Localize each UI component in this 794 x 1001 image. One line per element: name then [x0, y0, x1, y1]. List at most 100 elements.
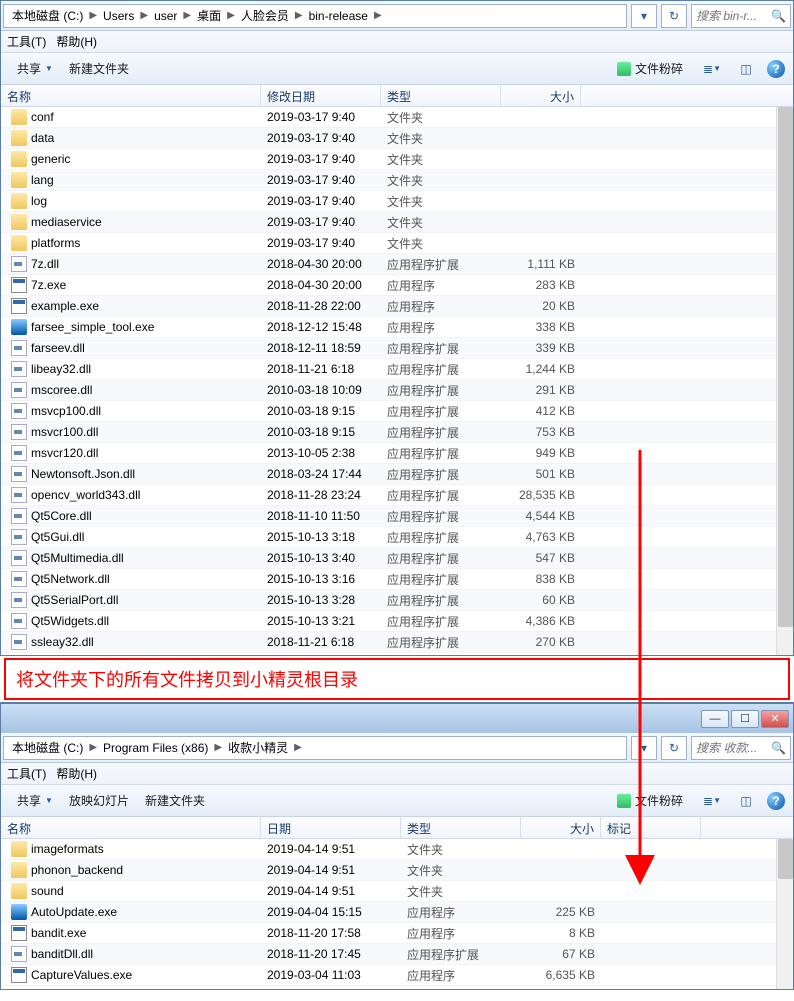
file-row[interactable]: ssleay32.dll2018-11-21 6:18应用程序扩展270 KB — [1, 632, 793, 653]
menu-tools[interactable]: 工具(T) — [7, 33, 46, 50]
file-size-cell: 67 KB — [521, 947, 601, 961]
slideshow-button[interactable]: 放映幻灯片 — [61, 790, 137, 811]
refresh-button[interactable]: ↻ — [661, 4, 687, 28]
breadcrumb-segment[interactable]: Users — [99, 7, 138, 25]
file-row[interactable]: phonon_backend2019-04-14 9:51文件夹 — [1, 860, 793, 881]
file-row[interactable]: example.exe2018-11-28 22:00应用程序20 KB — [1, 296, 793, 317]
file-row[interactable]: bandit.exe2018-11-20 17:58应用程序8 KB — [1, 923, 793, 944]
view-options-button[interactable]: ≣ ▼ — [699, 790, 725, 812]
maximize-button[interactable]: ☐ — [731, 710, 759, 728]
column-type[interactable]: 类型 — [381, 85, 501, 106]
help-icon[interactable]: ? — [767, 792, 785, 810]
file-name-cell: Qt5SerialPort.dll — [5, 592, 261, 608]
refresh-button[interactable]: ↻ — [661, 736, 687, 760]
file-type-cell: 文件夹 — [381, 193, 501, 210]
menu-help[interactable]: 帮助(H) — [56, 765, 97, 782]
breadcrumb-segment[interactable]: Program Files (x86) — [99, 739, 212, 757]
breadcrumb-segment[interactable]: 桌面 — [193, 5, 225, 26]
file-row[interactable]: Qt5Multimedia.dll2015-10-13 3:40应用程序扩展54… — [1, 548, 793, 569]
file-row[interactable]: farseev.dll2018-12-11 18:59应用程序扩展339 KB — [1, 338, 793, 359]
file-row[interactable]: lang2019-03-17 9:40文件夹 — [1, 170, 793, 191]
file-row[interactable]: generic2019-03-17 9:40文件夹 — [1, 149, 793, 170]
dll-icon — [11, 508, 27, 524]
file-row[interactable]: farsee_simple_tool.exe2018-12-12 15:48应用… — [1, 317, 793, 338]
menu-tools[interactable]: 工具(T) — [7, 765, 46, 782]
shred-button[interactable]: 文件粉碎 — [609, 58, 691, 79]
scrollbar-thumb[interactable] — [778, 839, 793, 879]
file-row[interactable]: AutoUpdate.exe2019-04-04 15:15应用程序225 KB — [1, 902, 793, 923]
file-row[interactable]: sound2019-04-14 9:51文件夹 — [1, 881, 793, 902]
file-name-label: bandit.exe — [31, 926, 86, 940]
file-row[interactable]: msvcp100.dll2010-03-18 9:15应用程序扩展412 KB — [1, 401, 793, 422]
scrollbar-track[interactable] — [776, 839, 793, 989]
search-input[interactable] — [696, 741, 769, 755]
file-row[interactable]: Qt5Gui.dll2015-10-13 3:18应用程序扩展4,763 KB — [1, 527, 793, 548]
file-row[interactable]: Qt5Core.dll2018-11-10 11:50应用程序扩展4,544 K… — [1, 506, 793, 527]
file-row[interactable]: Qt5Network.dll2015-10-13 3:16应用程序扩展838 K… — [1, 569, 793, 590]
close-button[interactable]: ✕ — [761, 710, 789, 728]
breadcrumb-segment[interactable]: 收款小精灵 — [224, 737, 292, 758]
history-dropdown-button[interactable]: ▾ — [631, 736, 657, 760]
folder-icon — [11, 862, 27, 878]
file-row[interactable]: log2019-03-17 9:40文件夹 — [1, 191, 793, 212]
history-dropdown-button[interactable]: ▾ — [631, 4, 657, 28]
file-row[interactable]: data2019-03-17 9:40文件夹 — [1, 128, 793, 149]
file-row[interactable]: mediaservice2019-03-17 9:40文件夹 — [1, 212, 793, 233]
file-name-label: AutoUpdate.exe — [31, 905, 117, 919]
breadcrumb[interactable]: 本地磁盘 (C:)▶Users▶user▶桌面▶人脸会员▶bin-release… — [3, 4, 627, 28]
breadcrumb-segment[interactable]: 人脸会员 — [237, 5, 293, 26]
search-box[interactable]: 🔍 — [691, 736, 791, 760]
file-row[interactable]: libeay32.dll2018-11-21 6:18应用程序扩展1,244 K… — [1, 359, 793, 380]
column-name[interactable]: 名称 — [1, 85, 261, 106]
file-list[interactable]: conf2019-03-17 9:40文件夹data2019-03-17 9:4… — [1, 107, 793, 655]
file-row[interactable]: msvcr120.dll2013-10-05 2:38应用程序扩展949 KB — [1, 443, 793, 464]
file-type-cell: 文件夹 — [381, 151, 501, 168]
column-size[interactable]: 大小 — [501, 85, 581, 106]
breadcrumb-segment[interactable]: 本地磁盘 (C:) — [8, 5, 87, 26]
file-row[interactable]: opencv_world343.dll2018-11-28 23:24应用程序扩… — [1, 485, 793, 506]
breadcrumb-segment[interactable]: 本地磁盘 (C:) — [8, 737, 87, 758]
file-type-cell: 应用程序扩展 — [381, 256, 501, 273]
column-name[interactable]: 名称 — [1, 817, 261, 838]
file-row[interactable]: conf2019-03-17 9:40文件夹 — [1, 107, 793, 128]
file-row[interactable]: 7z.exe2018-04-30 20:00应用程序283 KB — [1, 275, 793, 296]
shred-button[interactable]: 文件粉碎 — [609, 790, 691, 811]
file-row[interactable]: mscoree.dll2010-03-18 10:09应用程序扩展291 KB — [1, 380, 793, 401]
file-list[interactable]: imageformats2019-04-14 9:51文件夹phonon_bac… — [1, 839, 793, 989]
breadcrumb-segment[interactable]: user — [150, 7, 181, 25]
minimize-button[interactable]: — — [701, 710, 729, 728]
search-box[interactable]: 🔍 — [691, 4, 791, 28]
preview-pane-button[interactable]: ◫ — [733, 790, 759, 812]
new-folder-button[interactable]: 新建文件夹 — [137, 790, 213, 811]
file-row[interactable]: Qt5SerialPort.dll2015-10-13 3:28应用程序扩展60… — [1, 590, 793, 611]
file-row[interactable]: msvcr100.dll2010-03-18 9:15应用程序扩展753 KB — [1, 422, 793, 443]
scrollbar-thumb[interactable] — [778, 107, 793, 627]
file-row[interactable]: platforms2019-03-17 9:40文件夹 — [1, 233, 793, 254]
menu-help[interactable]: 帮助(H) — [56, 33, 97, 50]
search-input[interactable] — [696, 9, 769, 23]
search-icon: 🔍 — [771, 741, 786, 755]
column-date[interactable]: 日期 — [261, 817, 401, 838]
file-row[interactable]: banditDll.dll2018-11-20 17:45应用程序扩展67 KB — [1, 944, 793, 965]
view-options-button[interactable]: ≣ ▼ — [699, 58, 725, 80]
preview-pane-button[interactable]: ◫ — [733, 58, 759, 80]
dll-icon — [11, 361, 27, 377]
file-row[interactable]: Qt5Widgets.dll2015-10-13 3:21应用程序扩展4,386… — [1, 611, 793, 632]
column-tag[interactable]: 标记 — [601, 817, 701, 838]
share-button[interactable]: 共享 ▼ — [9, 58, 61, 79]
file-row[interactable]: CaptureValues.exe2019-03-04 11:03应用程序6,6… — [1, 965, 793, 986]
breadcrumb-segment[interactable]: bin-release — [305, 7, 372, 25]
column-type[interactable]: 类型 — [401, 817, 521, 838]
new-folder-button[interactable]: 新建文件夹 — [61, 58, 137, 79]
file-size-cell: 338 KB — [501, 320, 581, 334]
share-label: 共享 — [17, 60, 41, 77]
help-icon[interactable]: ? — [767, 60, 785, 78]
column-size[interactable]: 大小 — [521, 817, 601, 838]
file-row[interactable]: imageformats2019-04-14 9:51文件夹 — [1, 839, 793, 860]
breadcrumb[interactable]: 本地磁盘 (C:)▶Program Files (x86)▶收款小精灵▶ — [3, 736, 627, 760]
file-row[interactable]: 7z.dll2018-04-30 20:00应用程序扩展1,111 KB — [1, 254, 793, 275]
scrollbar-track[interactable] — [776, 107, 793, 655]
column-date[interactable]: 修改日期 — [261, 85, 381, 106]
share-button[interactable]: 共享 ▼ — [9, 790, 61, 811]
file-row[interactable]: Newtonsoft.Json.dll2018-03-24 17:44应用程序扩… — [1, 464, 793, 485]
